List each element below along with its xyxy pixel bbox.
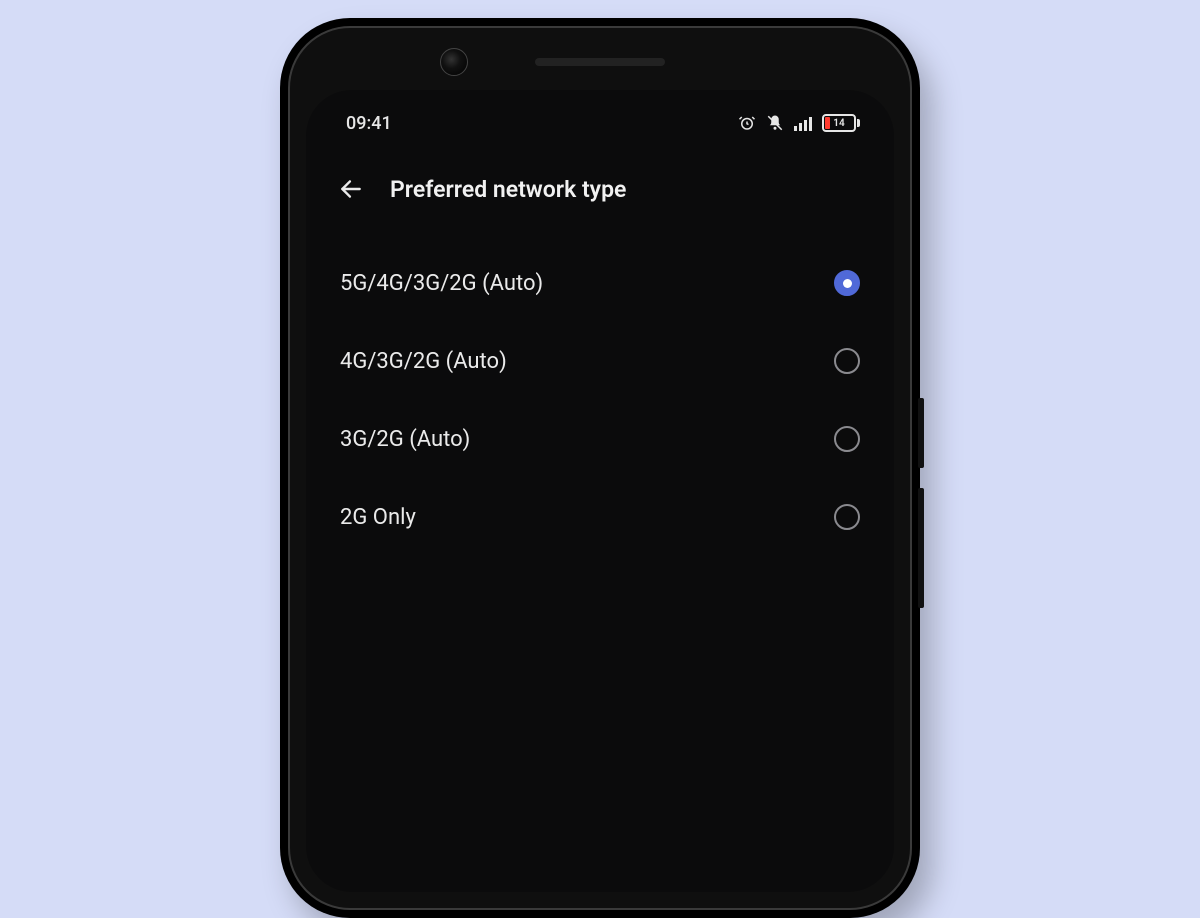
signal-icon (794, 115, 812, 131)
radio-button[interactable] (834, 426, 860, 452)
battery-level: 14 (833, 118, 844, 129)
status-time: 09:41 (346, 113, 392, 134)
status-icons: 14 (738, 114, 860, 132)
phone-notch (290, 28, 910, 78)
network-option[interactable]: 2G Only (340, 478, 860, 556)
radio-button[interactable] (834, 348, 860, 374)
earpiece-speaker (535, 58, 665, 66)
screen: 09:41 (306, 90, 894, 892)
network-option-label: 4G/3G/2G (Auto) (340, 349, 507, 374)
radio-button[interactable] (834, 270, 860, 296)
phone-bezel: 09:41 (288, 26, 912, 910)
battery-icon: 14 (822, 114, 860, 132)
mute-icon (766, 114, 784, 132)
back-button[interactable] (336, 174, 366, 204)
network-option-label: 5G/4G/3G/2G (Auto) (340, 271, 543, 296)
network-option[interactable]: 4G/3G/2G (Auto) (340, 322, 860, 400)
page-header: Preferred network type (306, 146, 894, 224)
alarm-icon (738, 114, 756, 132)
page-title: Preferred network type (390, 176, 626, 203)
network-option[interactable]: 3G/2G (Auto) (340, 400, 860, 478)
phone-side-button (918, 398, 924, 468)
network-option-label: 3G/2G (Auto) (340, 427, 470, 452)
phone-side-button (918, 488, 924, 608)
network-option[interactable]: 5G/4G/3G/2G (Auto) (340, 244, 860, 322)
phone-frame: 09:41 (280, 18, 920, 918)
radio-button[interactable] (834, 504, 860, 530)
front-camera (440, 48, 468, 76)
network-option-label: 2G Only (340, 505, 416, 530)
status-bar: 09:41 (306, 90, 894, 146)
network-options-list: 5G/4G/3G/2G (Auto) 4G/3G/2G (Auto) 3G/2G (… (306, 224, 894, 556)
